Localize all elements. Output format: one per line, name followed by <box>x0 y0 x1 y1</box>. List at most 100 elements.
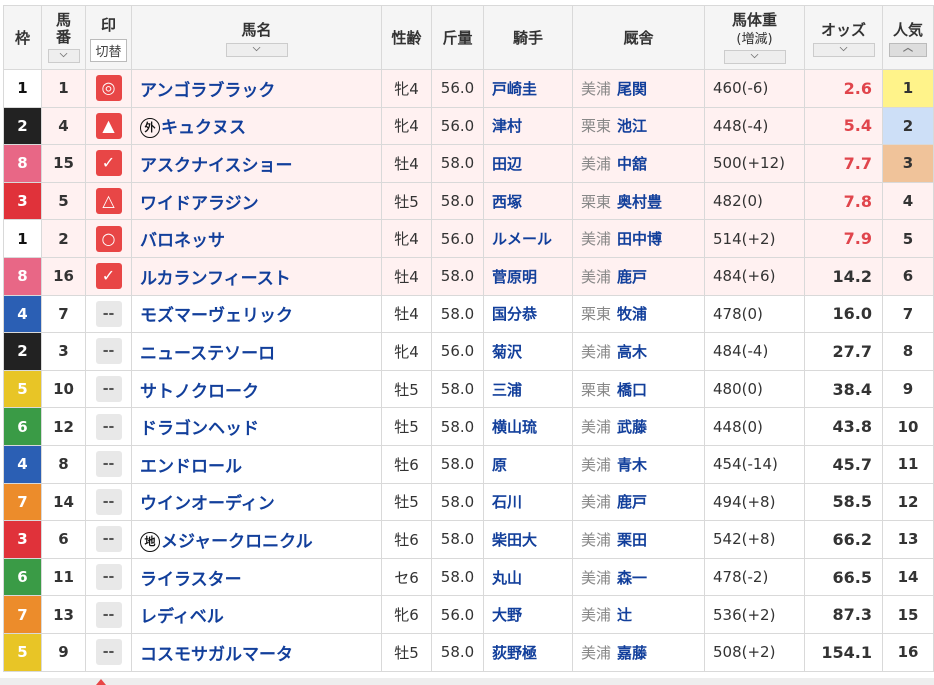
prediction-mark-icon[interactable]: △ <box>95 188 122 215</box>
table-row[interactable]: 7 14 -- ウインオーディン 牡5 58.0 石川 美浦 鹿戸 494(+8) 58.5 12 <box>3 482 934 522</box>
trainer-link[interactable]: 池江 <box>617 117 647 135</box>
header-popularity[interactable]: 人気 ︿ <box>882 5 934 70</box>
sort-weight-icon[interactable]: ⌵ <box>723 50 786 64</box>
horse-name-cell[interactable]: 外キュクヌス <box>131 106 382 146</box>
sort-name-icon[interactable]: ⌵ <box>225 42 288 57</box>
horse-name-link[interactable]: エンドロール <box>140 457 242 477</box>
mark-cell[interactable]: ◎ <box>85 69 132 108</box>
jockey-link[interactable]: 原 <box>483 444 573 484</box>
horse-name-link[interactable]: ワイドアラジン <box>140 194 259 214</box>
trainer-link[interactable]: 嘉藤 <box>617 644 647 662</box>
horse-name-cell[interactable]: ライラスター <box>131 557 382 597</box>
table-row[interactable]: 3 5 △ ワイドアラジン 牡5 58.0 西塚 栗東 奥村豊 482(0) 7.8 4 <box>3 181 934 221</box>
table-row[interactable]: 3 6 -- 地メジャークロニクル 牡6 58.0 柴田大 美浦 栗田 542(+8) 66.2 13 <box>3 520 934 559</box>
prediction-mark-icon[interactable]: -- <box>95 413 122 440</box>
prediction-mark-icon[interactable]: -- <box>95 300 122 327</box>
horse-name-link[interactable]: モズマーヴェリック <box>140 306 293 326</box>
horse-name-cell[interactable]: モズマーヴェリック <box>131 294 382 334</box>
trainer-link[interactable]: 栗田 <box>617 531 647 549</box>
mark-cell[interactable]: -- <box>85 520 132 559</box>
jockey-link[interactable]: 三浦 <box>483 369 573 409</box>
mark-cell[interactable]: △ <box>85 181 132 221</box>
mark-cell[interactable]: ✓ <box>85 256 132 296</box>
prediction-mark-icon[interactable]: -- <box>95 601 122 628</box>
table-row[interactable]: 5 10 -- サトノクローク 牡5 58.0 三浦 栗東 橋口 480(0) 38.4 9 <box>3 369 934 409</box>
header-weight[interactable]: 馬体重 (増減) ⌵ <box>704 5 805 70</box>
horse-name-link[interactable]: ライラスター <box>140 570 242 590</box>
horse-name-link[interactable]: ウインオーディン <box>140 494 275 514</box>
horse-name-link[interactable]: ルカランフィースト <box>140 269 291 289</box>
mark-cell[interactable]: -- <box>85 482 132 522</box>
jockey-link[interactable]: 大野 <box>483 595 573 634</box>
mark-cell[interactable]: -- <box>85 294 132 334</box>
trainer-link[interactable]: 中舘 <box>617 155 647 173</box>
mark-cell[interactable]: -- <box>85 444 132 484</box>
trainer-link[interactable]: 鹿戸 <box>617 493 647 511</box>
horse-name-link[interactable]: アンゴラブラック <box>140 81 275 101</box>
mark-cell[interactable]: ○ <box>85 219 132 258</box>
trainer-link[interactable]: 田中博 <box>617 230 662 248</box>
header-odds[interactable]: オッズ ⌵ <box>804 5 883 70</box>
trainer-link[interactable]: 森一 <box>617 569 647 587</box>
horizontal-scrollbar[interactable] <box>0 678 934 685</box>
prediction-mark-icon[interactable]: -- <box>95 338 122 365</box>
header-name[interactable]: 馬名 ⌵ <box>131 5 382 70</box>
mark-cell[interactable]: ✓ <box>85 144 132 183</box>
table-row[interactable]: 8 15 ✓ アスクナイスショー 牡4 58.0 田辺 美浦 中舘 500(+12) 7.7 3 <box>3 144 934 183</box>
trainer-link[interactable]: 鹿戸 <box>617 268 647 286</box>
table-row[interactable]: 2 4 ▲ 外キュクヌス 牝4 56.0 津村 栗東 池江 448(-4) 5.4 2 <box>3 106 934 146</box>
jockey-link[interactable]: 石川 <box>483 482 573 522</box>
mark-switch-button[interactable]: 切替 <box>90 38 127 62</box>
sort-umaban-icon[interactable]: ⌵ <box>47 49 80 63</box>
horse-name-cell[interactable]: ニューステソーロ <box>131 332 382 371</box>
mark-cell[interactable]: -- <box>85 369 132 409</box>
horse-name-link[interactable]: キュクヌス <box>161 118 246 138</box>
trainer-link[interactable]: 尾関 <box>617 80 647 98</box>
horse-name-cell[interactable]: サトノクローク <box>131 369 382 409</box>
prediction-mark-icon[interactable]: -- <box>95 451 122 478</box>
mark-cell[interactable]: -- <box>85 332 132 371</box>
prediction-mark-icon[interactable]: ✓ <box>95 150 122 177</box>
trainer-link[interactable]: 牧浦 <box>617 305 647 323</box>
horse-name-cell[interactable]: ワイドアラジン <box>131 181 382 221</box>
horse-name-link[interactable]: ドラゴンヘッド <box>140 419 259 439</box>
jockey-link[interactable]: ルメール <box>483 219 573 258</box>
trainer-link[interactable]: 橋口 <box>617 381 647 399</box>
jockey-link[interactable]: 柴田大 <box>483 520 573 559</box>
jockey-link[interactable]: 戸崎圭 <box>483 69 573 108</box>
jockey-link[interactable]: 津村 <box>483 106 573 146</box>
prediction-mark-icon[interactable]: -- <box>95 564 122 591</box>
mark-cell[interactable]: -- <box>85 557 132 597</box>
trainer-link[interactable]: 青木 <box>617 456 647 474</box>
horse-name-cell[interactable]: レディベル <box>131 595 382 634</box>
sort-popularity-icon[interactable]: ︿ <box>889 42 927 57</box>
prediction-mark-icon[interactable]: ▲ <box>95 112 122 139</box>
table-row[interactable]: 2 3 -- ニューステソーロ 牝4 56.0 菊沢 美浦 高木 484(-4) 27.7 8 <box>3 332 934 371</box>
horse-name-cell[interactable]: アスクナイスショー <box>131 144 382 183</box>
horse-name-cell[interactable]: エンドロール <box>131 444 382 484</box>
table-row[interactable]: 5 9 -- コスモサガルマータ 牡5 58.0 荻野極 美浦 嘉藤 508(+2) 154.1 16 <box>3 632 934 672</box>
table-row[interactable]: 6 12 -- ドラゴンヘッド 牡5 58.0 横山琉 美浦 武藤 448(0) 43.8 10 <box>3 407 934 446</box>
trainer-link[interactable]: 奥村豊 <box>617 193 662 211</box>
horse-name-cell[interactable]: ウインオーディン <box>131 482 382 522</box>
prediction-mark-icon[interactable]: -- <box>95 376 122 403</box>
mark-cell[interactable]: -- <box>85 407 132 446</box>
horse-name-cell[interactable]: ルカランフィースト <box>131 256 382 296</box>
horse-name-cell[interactable]: アンゴラブラック <box>131 69 382 108</box>
prediction-mark-icon[interactable]: ○ <box>95 225 122 252</box>
jockey-link[interactable]: 荻野極 <box>483 632 573 672</box>
jockey-link[interactable]: 横山琉 <box>483 407 573 446</box>
sort-odds-icon[interactable]: ⌵ <box>812 42 875 57</box>
horse-name-link[interactable]: ニューステソーロ <box>140 344 275 364</box>
horse-name-link[interactable]: サトノクローク <box>140 382 259 402</box>
horse-name-link[interactable]: コスモサガルマータ <box>140 645 293 665</box>
horse-name-cell[interactable]: バロネッサ <box>131 219 382 258</box>
prediction-mark-icon[interactable]: -- <box>95 639 122 666</box>
jockey-link[interactable]: 西塚 <box>483 181 573 221</box>
prediction-mark-icon[interactable]: -- <box>95 488 122 515</box>
mark-cell[interactable]: ▲ <box>85 106 132 146</box>
mark-cell[interactable]: -- <box>85 632 132 672</box>
mark-cell[interactable]: -- <box>85 595 132 634</box>
jockey-link[interactable]: 菅原明 <box>483 256 573 296</box>
horse-name-link[interactable]: アスクナイスショー <box>140 156 293 176</box>
